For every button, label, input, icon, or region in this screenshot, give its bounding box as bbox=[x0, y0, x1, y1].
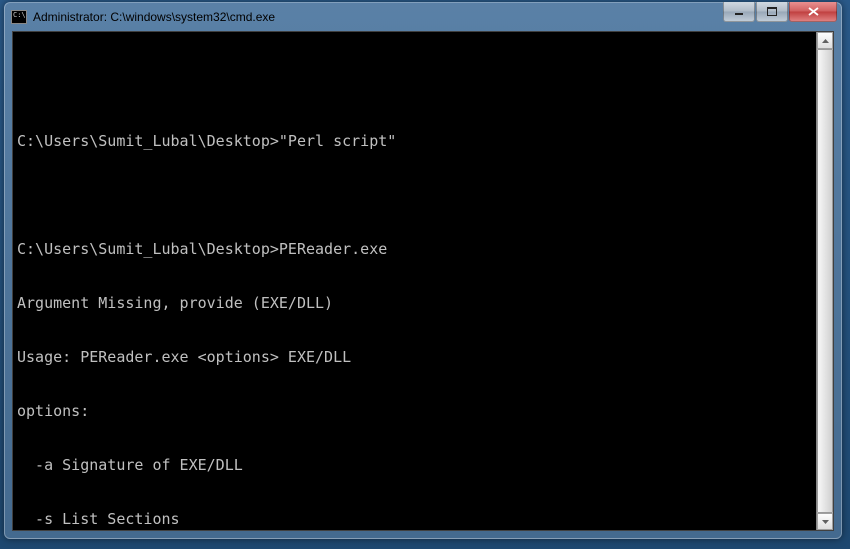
output-line: -s List Sections bbox=[17, 510, 812, 528]
vertical-scrollbar[interactable] bbox=[816, 32, 833, 530]
prompt-path: C:\Users\Sumit_Lubal\Desktop> bbox=[17, 132, 279, 150]
output-line: Usage: PEReader.exe <options> EXE/DLL bbox=[17, 348, 812, 366]
maximize-button[interactable] bbox=[756, 2, 788, 22]
chevron-up-icon bbox=[822, 39, 829, 43]
titlebar[interactable]: C:\ Administrator: C:\windows\system32\c… bbox=[5, 3, 841, 31]
output-line: options: bbox=[17, 402, 812, 420]
scroll-track[interactable] bbox=[817, 49, 833, 513]
scroll-down-button[interactable] bbox=[817, 513, 833, 530]
window-controls bbox=[723, 2, 837, 22]
minimize-button[interactable] bbox=[723, 2, 755, 22]
window-title: Administrator: C:\windows\system32\cmd.e… bbox=[33, 10, 839, 24]
cmd-icon: C:\ bbox=[11, 10, 27, 24]
prompt-path: C:\Users\Sumit_Lubal\Desktop> bbox=[17, 240, 279, 258]
close-button[interactable] bbox=[789, 2, 837, 22]
scroll-up-button[interactable] bbox=[817, 32, 833, 49]
output-line: Argument Missing, provide (EXE/DLL) bbox=[17, 294, 812, 312]
chevron-down-icon bbox=[822, 520, 829, 524]
prompt-command: PEReader.exe bbox=[279, 240, 387, 258]
scroll-thumb[interactable] bbox=[817, 49, 833, 513]
terminal-output[interactable]: C:\Users\Sumit_Lubal\Desktop>"Perl scrip… bbox=[13, 32, 816, 530]
output-line: -a Signature of EXE/DLL bbox=[17, 456, 812, 474]
cmd-window: C:\ Administrator: C:\windows\system32\c… bbox=[4, 2, 842, 539]
client-area: C:\Users\Sumit_Lubal\Desktop>"Perl scrip… bbox=[12, 31, 834, 531]
prompt-command: "Perl script" bbox=[279, 132, 396, 150]
